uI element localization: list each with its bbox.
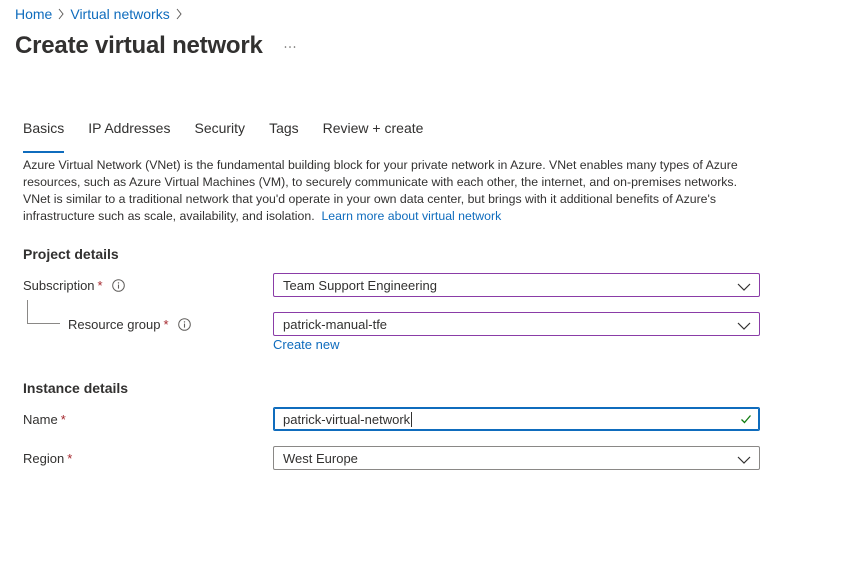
tab-review-create[interactable]: Review + create <box>323 119 424 145</box>
chevron-right-icon <box>170 8 188 20</box>
required-marker: * <box>60 412 66 427</box>
info-icon[interactable] <box>177 318 191 331</box>
chevron-right-icon <box>52 8 70 20</box>
project-details-heading: Project details <box>23 246 119 262</box>
name-input-value: patrick-virtual-network <box>283 411 411 427</box>
breadcrumb-home-link[interactable]: Home <box>15 6 52 22</box>
ellipsis-icon <box>284 46 296 48</box>
region-dropdown[interactable]: West Europe <box>273 446 760 470</box>
region-label: Region * <box>23 451 72 466</box>
name-input[interactable]: patrick-virtual-network <box>273 407 760 431</box>
name-label-text: Name <box>23 412 58 427</box>
region-value: West Europe <box>283 450 358 466</box>
required-marker: * <box>97 278 103 293</box>
required-marker: * <box>67 451 73 466</box>
region-label-text: Region <box>23 451 65 466</box>
resource-group-label-text: Resource group <box>68 317 161 332</box>
tab-bar: Basics IP Addresses Security Tags Review… <box>23 119 447 153</box>
resource-group-value: patrick-manual-tfe <box>283 316 388 332</box>
checkmark-icon <box>740 413 752 428</box>
info-icon[interactable] <box>111 279 125 292</box>
tab-basics[interactable]: Basics <box>23 119 65 153</box>
learn-more-link[interactable]: Learn more about virtual network <box>321 209 501 223</box>
tab-tags[interactable]: Tags <box>269 119 299 145</box>
text-cursor <box>411 411 413 427</box>
page-title: Create virtual network <box>15 32 263 59</box>
intro-paragraph: Azure Virtual Network (VNet) is the fund… <box>23 157 763 225</box>
breadcrumb-virtual-networks-link[interactable]: Virtual networks <box>70 6 169 22</box>
resource-group-dropdown[interactable]: patrick-manual-tfe <box>273 312 760 336</box>
chevron-down-icon <box>737 319 751 334</box>
chevron-down-icon <box>737 280 751 295</box>
subscription-label: Subscription * <box>23 278 125 293</box>
resource-group-label: Resource group * <box>68 317 191 332</box>
breadcrumb: Home Virtual networks <box>15 6 188 22</box>
create-new-resource-group-link[interactable]: Create new <box>273 337 339 352</box>
subscription-dropdown[interactable]: Team Support Engineering <box>273 273 760 297</box>
chevron-down-icon <box>737 453 751 468</box>
subscription-value: Team Support Engineering <box>283 277 437 293</box>
required-marker: * <box>163 317 169 332</box>
tree-connector <box>27 300 60 324</box>
name-label: Name * <box>23 412 66 427</box>
instance-details-heading: Instance details <box>23 380 129 396</box>
subscription-label-text: Subscription <box>23 278 95 293</box>
tab-ip-addresses[interactable]: IP Addresses <box>88 119 170 145</box>
tab-security[interactable]: Security <box>194 119 245 145</box>
more-options-button[interactable] <box>282 39 298 55</box>
